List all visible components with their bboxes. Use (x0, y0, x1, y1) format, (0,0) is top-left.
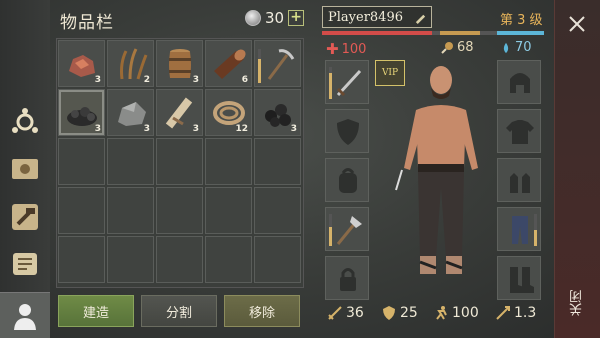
boots-icon (510, 267, 534, 293)
defense-stat: 25 (381, 305, 418, 321)
speed-stat: 100 (433, 305, 479, 321)
pickaxe-icon (267, 49, 295, 80)
inventory-slot-empty[interactable] (107, 138, 154, 185)
remove-button[interactable]: 移除 (224, 295, 300, 327)
inventory-slot-empty[interactable] (107, 236, 154, 283)
inventory-slot-empty[interactable] (156, 236, 203, 283)
inventory-slot-barrel[interactable]: 3 (156, 40, 203, 87)
inventory-slot-charcoal[interactable]: 3 (58, 89, 105, 136)
build-button[interactable]: 建造 (58, 295, 134, 327)
equip-slot-backpack[interactable] (325, 158, 369, 202)
left-nav (0, 0, 50, 338)
coin-balance: 30 + (245, 9, 305, 27)
close-panel-strip[interactable] (554, 0, 600, 338)
close-icon[interactable] (565, 12, 589, 36)
book-sun-icon (12, 159, 38, 179)
sword-icon (336, 69, 362, 97)
inventory-slot-iron-ore[interactable]: 3 (58, 40, 105, 87)
water-bar (497, 31, 544, 35)
player-level: 第 3 级 (500, 13, 543, 28)
inventory-slot-empty[interactable] (156, 138, 203, 185)
gloves-icon (510, 173, 530, 193)
health-stat: ✚ 100 (326, 40, 367, 58)
coin-icon (245, 10, 261, 26)
inventory-slot-bark-bundle[interactable]: 3 (156, 89, 203, 136)
player-name-field[interactable]: Player8496 (322, 6, 432, 28)
status-bars (322, 31, 544, 35)
inventory-title: 物品栏 (60, 13, 114, 33)
drumstick-icon (441, 41, 453, 54)
inventory-slot-empty[interactable] (254, 187, 301, 234)
equip-slot-helmet[interactable] (497, 60, 541, 104)
player-name: Player8496 (328, 9, 403, 25)
close-label[interactable]: 关闭 (568, 290, 588, 316)
character-model (395, 66, 478, 274)
shield-icon (337, 119, 359, 145)
defense-icon (383, 306, 395, 320)
inventory-slot-empty[interactable] (107, 187, 154, 234)
pants-icon (512, 216, 528, 244)
scroll-icon (13, 253, 37, 275)
add-coins-button[interactable]: + (288, 10, 305, 26)
attack-icon (328, 306, 342, 320)
equip-slot-chest[interactable] (497, 109, 541, 153)
inventory-grid: 3 2 3 6 3 3 3 12 3 (56, 38, 304, 288)
skill-tree-icon (12, 108, 38, 133)
inventory-slot-log[interactable]: 6 (205, 40, 252, 87)
lock-icon (340, 268, 356, 291)
inventory-slot-rope[interactable]: 12 (205, 89, 252, 136)
inventory-slot-stone[interactable]: 3 (107, 89, 154, 136)
helmet-icon (510, 73, 530, 93)
nav-quests-button[interactable] (6, 245, 44, 283)
equip-slot-boots[interactable] (497, 256, 541, 300)
inventory-slot-empty[interactable] (58, 138, 105, 185)
nav-skills-button[interactable] (6, 103, 44, 141)
nav-build-button[interactable] (6, 198, 44, 236)
inventory-slot-empty[interactable] (205, 138, 252, 185)
inventory-slot-pickaxe[interactable] (254, 40, 301, 87)
equip-slot-tool[interactable] (325, 207, 369, 251)
equip-slot-shield[interactable] (325, 109, 369, 153)
split-button[interactable]: 分割 (141, 295, 217, 327)
character-icon (14, 304, 36, 330)
nav-crafting-book-button[interactable] (6, 150, 44, 188)
inventory-slot-empty[interactable] (156, 187, 203, 234)
edit-name-icon[interactable] (414, 11, 427, 24)
health-bar (322, 31, 432, 35)
inventory-slot-empty[interactable] (254, 138, 301, 185)
health-icon: ✚ (326, 40, 339, 58)
equip-slot-gloves[interactable] (497, 158, 541, 202)
backpack-icon (339, 168, 357, 193)
food-bar (440, 31, 480, 35)
inventory-slot-coal[interactable]: 3 (254, 89, 301, 136)
nav-character-button[interactable] (0, 292, 50, 338)
coin-count: 30 (265, 9, 285, 27)
equip-slot-locked[interactable] (325, 256, 369, 300)
water-stat: 70 (500, 40, 532, 55)
damage-icon (496, 306, 510, 320)
inventory-slot-empty[interactable] (205, 187, 252, 234)
inventory-slot-plant-fiber[interactable]: 2 (107, 40, 154, 87)
inventory-slot-empty[interactable] (58, 236, 105, 283)
axe-icon (336, 216, 362, 245)
inventory-slot-empty[interactable] (205, 236, 252, 283)
inventory-slot-empty[interactable] (254, 236, 301, 283)
equip-slot-pants[interactable] (497, 207, 541, 251)
hammer-icon (12, 204, 38, 230)
equip-slot-weapon[interactable] (325, 60, 369, 104)
food-stat: 68 (440, 40, 474, 55)
shirt-icon (506, 120, 534, 144)
running-icon (436, 306, 447, 320)
inventory-slot-empty[interactable] (58, 187, 105, 234)
weight-stat: 1.3 (495, 305, 536, 321)
water-drop-icon (503, 42, 509, 53)
attack-stat: 36 (327, 305, 364, 321)
